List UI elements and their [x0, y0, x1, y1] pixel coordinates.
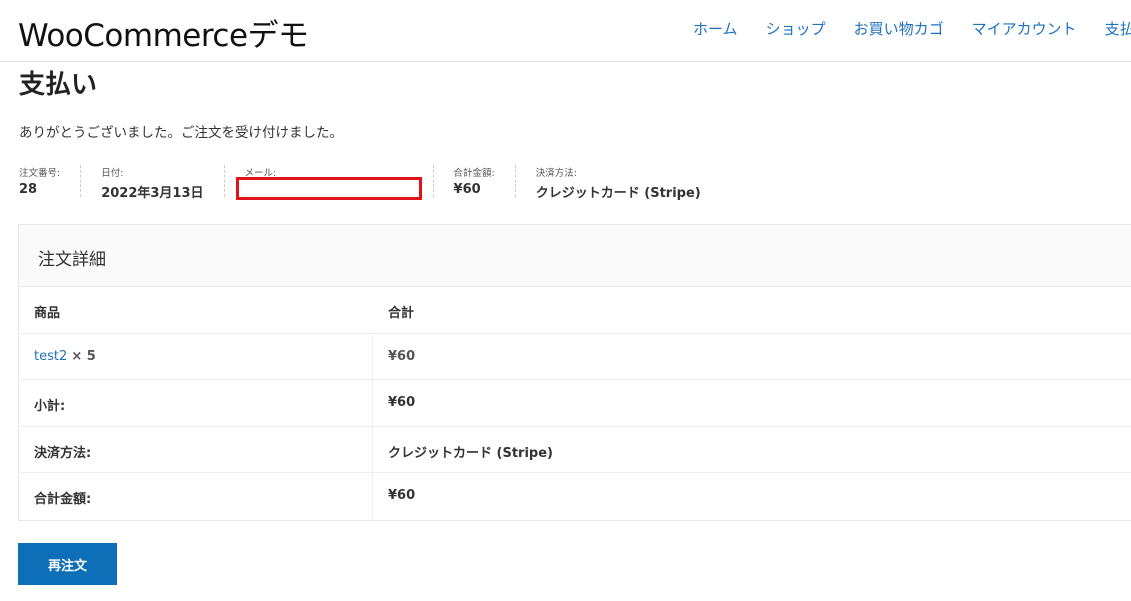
main-nav: ホーム ショップ お買い物カゴ マイアカウント 支払い — [693, 18, 1131, 39]
item-total: ¥60 — [388, 348, 416, 364]
order-number: 注文番号: 28 — [19, 165, 82, 197]
label: 日付: — [101, 168, 124, 179]
value: ¥60 — [453, 182, 481, 197]
grand-total-label: 合計金額: — [19, 473, 373, 520]
order-details: 注文詳細 商品 合計 test2 × 5 ¥60 小計: ¥60 決済方法: ク… — [18, 224, 1131, 521]
table-row: 決済方法: クレジットカード (Stripe) — [19, 426, 1131, 473]
table-row: test2 × 5 ¥60 — [19, 333, 1131, 380]
label: 合計金額: — [453, 168, 495, 179]
subtotal-value: ¥60 — [388, 395, 416, 410]
nav-shop[interactable]: ショップ — [766, 18, 826, 39]
nav-checkout[interactable]: 支払い — [1105, 18, 1131, 39]
site-title[interactable]: WooCommerceデモ — [18, 10, 309, 55]
header-divider — [0, 61, 1131, 62]
nav-my-account[interactable]: マイアカウント — [972, 18, 1077, 39]
payment-value: クレジットカード (Stripe) — [388, 445, 553, 461]
value: 28 — [19, 182, 38, 197]
thank-you-message: ありがとうございました。ご注文を受け付けました。 — [19, 125, 343, 141]
page-title: 支払い — [19, 70, 98, 100]
order-total: 合計金額: ¥60 — [434, 165, 516, 197]
nav-cart[interactable]: お買い物カゴ — [854, 18, 944, 39]
table-row: 合計金額: ¥60 — [19, 473, 1131, 520]
table-row: 小計: ¥60 — [19, 380, 1131, 427]
nav-home[interactable]: ホーム — [693, 18, 738, 39]
order-date: 日付: 2022年3月13日 — [81, 165, 225, 201]
value: 2022年3月13日 — [101, 186, 204, 201]
label: 決済方法: — [535, 168, 577, 179]
payment-label: 決済方法: — [19, 426, 373, 472]
grand-total-value: ¥60 — [388, 488, 416, 503]
product-link[interactable]: test2 — [34, 349, 67, 364]
table-header: 商品 合計 — [19, 287, 1131, 334]
col-total: 合計 — [388, 306, 415, 321]
redaction-box — [236, 177, 422, 200]
payment-method: 決済方法: クレジットカード (Stripe) — [516, 165, 721, 201]
col-product: 商品 — [34, 306, 61, 321]
subtotal-label: 小計: — [19, 380, 373, 426]
value: クレジットカード (Stripe) — [535, 186, 701, 201]
label: 注文番号: — [19, 168, 61, 179]
product-quantity: × 5 — [71, 348, 96, 364]
order-details-title: 注文詳細 — [19, 225, 1131, 287]
reorder-button[interactable]: 再注文 — [18, 543, 117, 585]
